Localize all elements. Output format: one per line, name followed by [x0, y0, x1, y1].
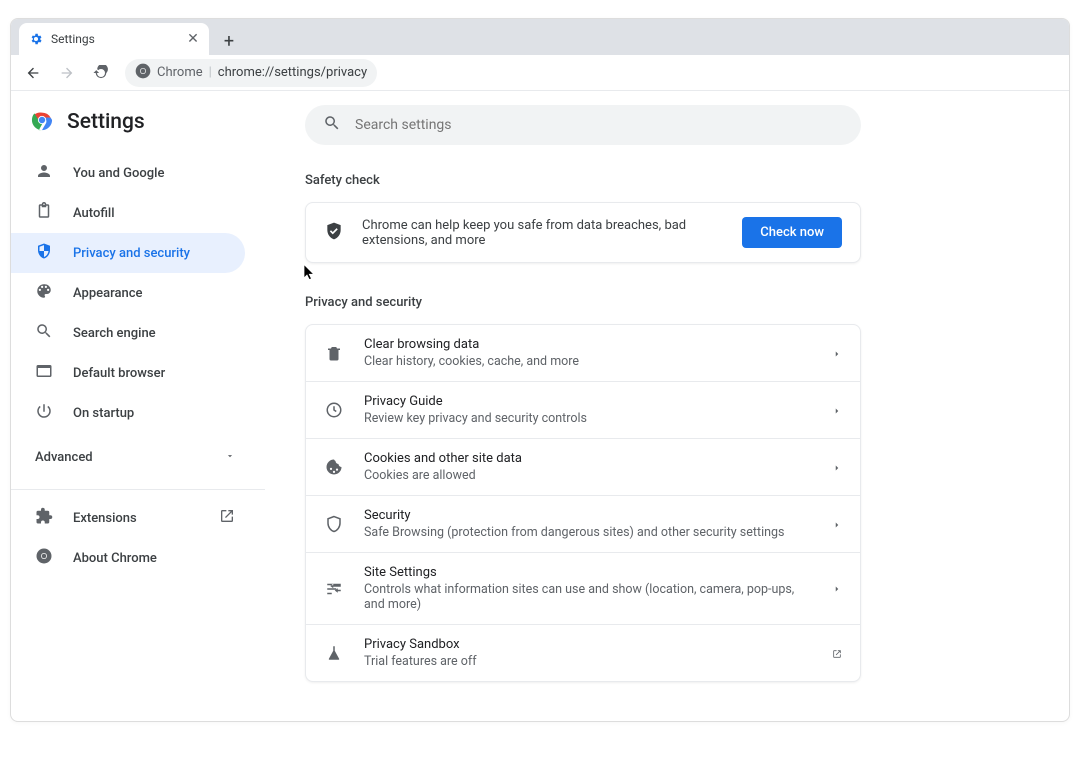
row-site-settings[interactable]: Site Settings Controls what information …	[306, 552, 860, 624]
sidebar-item-you-and-google[interactable]: You and Google	[11, 153, 245, 193]
row-subtitle: Review key privacy and security controls	[364, 411, 812, 426]
row-subtitle: Controls what information sites can use …	[364, 582, 812, 612]
sidebar-item-label: Appearance	[73, 286, 142, 301]
sidebar-item-label: Search engine	[73, 326, 156, 341]
chrome-logo-icon	[31, 109, 53, 135]
sidebar-item-label: Privacy and security	[73, 246, 190, 261]
shield-check-icon	[324, 221, 344, 245]
row-clear-browsing-data[interactable]: Clear browsing data Clear history, cooki…	[306, 325, 860, 381]
chevron-right-icon	[832, 579, 842, 598]
trash-icon	[324, 344, 344, 362]
tab-strip: Settings ✕ +	[11, 19, 1069, 55]
shield-icon	[35, 242, 53, 264]
open-in-new-icon	[219, 508, 235, 528]
row-title: Cookies and other site data	[364, 451, 812, 466]
chevron-right-icon	[832, 344, 842, 363]
row-title: Privacy Sandbox	[364, 637, 812, 652]
row-title: Clear browsing data	[364, 337, 812, 352]
check-now-button[interactable]: Check now	[742, 217, 842, 248]
close-icon[interactable]: ✕	[185, 31, 201, 47]
gear-icon	[29, 32, 43, 46]
chevron-right-icon	[832, 401, 842, 420]
chrome-chip-icon	[135, 63, 151, 83]
shield-icon	[324, 515, 344, 533]
cookie-icon	[324, 458, 344, 476]
sidebar-item-autofill[interactable]: Autofill	[11, 193, 245, 233]
sidebar-item-privacy-security[interactable]: Privacy and security	[11, 233, 245, 273]
omnibox-chip: Chrome	[157, 65, 203, 80]
person-icon	[35, 162, 53, 184]
app-header: Settings	[11, 105, 265, 153]
sidebar-item-about-chrome[interactable]: About Chrome	[11, 538, 265, 578]
search-settings[interactable]	[305, 105, 861, 145]
about-label: About Chrome	[73, 551, 157, 566]
safety-check-heading: Safety check	[305, 173, 1029, 188]
row-title: Security	[364, 508, 812, 523]
sidebar-item-extensions[interactable]: Extensions	[11, 498, 265, 538]
clipboard-icon	[35, 202, 53, 224]
sidebar-item-label: Default browser	[73, 366, 165, 381]
row-privacy-guide[interactable]: Privacy Guide Review key privacy and sec…	[306, 381, 860, 438]
search-icon	[323, 114, 341, 136]
page-title: Settings	[67, 110, 145, 134]
sidebar-advanced[interactable]: Advanced	[11, 437, 265, 477]
row-subtitle: Safe Browsing (protection from dangerous…	[364, 525, 812, 540]
chevron-down-icon	[225, 450, 235, 465]
omnibox[interactable]: Chrome | chrome://settings/privacy	[125, 59, 377, 87]
sidebar-item-on-startup[interactable]: On startup	[11, 393, 245, 433]
chevron-right-icon	[832, 458, 842, 477]
divider	[11, 489, 265, 490]
flask-icon	[324, 644, 344, 662]
power-icon	[35, 402, 53, 424]
omnibox-path: chrome://settings/privacy	[218, 65, 367, 80]
safety-check-card: Chrome can help keep you safe from data …	[305, 202, 861, 263]
sidebar: Settings You and Google Autofill Privacy…	[11, 91, 265, 721]
chrome-icon	[35, 547, 53, 569]
omnibox-separator: |	[209, 65, 212, 80]
row-title: Privacy Guide	[364, 394, 812, 409]
back-button[interactable]	[19, 59, 47, 87]
main-panel: Safety check Chrome can help keep you sa…	[265, 91, 1069, 721]
row-title: Site Settings	[364, 565, 812, 580]
sidebar-item-label: You and Google	[73, 166, 164, 181]
content: Settings You and Google Autofill Privacy…	[11, 91, 1069, 721]
sidebar-item-appearance[interactable]: Appearance	[11, 273, 245, 313]
tab-settings[interactable]: Settings ✕	[19, 23, 209, 55]
privacy-security-heading: Privacy and security	[305, 295, 1029, 310]
compass-icon	[324, 401, 344, 419]
browser-icon	[35, 362, 53, 384]
sidebar-item-search-engine[interactable]: Search engine	[11, 313, 245, 353]
row-cookies[interactable]: Cookies and other site data Cookies are …	[306, 438, 860, 495]
open-in-new-icon	[832, 644, 842, 663]
privacy-settings-card: Clear browsing data Clear history, cooki…	[305, 324, 861, 682]
chevron-right-icon	[832, 515, 842, 534]
row-subtitle: Cookies are allowed	[364, 468, 812, 483]
new-tab-button[interactable]: +	[215, 27, 243, 55]
sidebar-item-label: On startup	[73, 406, 134, 421]
toolbar: Chrome | chrome://settings/privacy	[11, 55, 1069, 91]
advanced-label: Advanced	[35, 450, 93, 465]
tune-icon	[324, 580, 344, 598]
nav-list: You and Google Autofill Privacy and secu…	[11, 153, 265, 433]
sidebar-item-default-browser[interactable]: Default browser	[11, 353, 245, 393]
forward-button[interactable]	[53, 59, 81, 87]
extensions-label: Extensions	[73, 511, 137, 526]
row-privacy-sandbox[interactable]: Privacy Sandbox Trial features are off	[306, 624, 860, 681]
browser-window: Settings ✕ + Chrome | chrome://settings/…	[10, 18, 1070, 722]
row-subtitle: Clear history, cookies, cache, and more	[364, 354, 812, 369]
search-input[interactable]	[355, 117, 843, 133]
row-security[interactable]: Security Safe Browsing (protection from …	[306, 495, 860, 552]
extension-icon	[35, 507, 53, 529]
tab-title: Settings	[51, 32, 185, 46]
sidebar-item-label: Autofill	[73, 206, 115, 221]
safety-check-text: Chrome can help keep you safe from data …	[362, 218, 724, 248]
search-icon	[35, 322, 53, 344]
row-subtitle: Trial features are off	[364, 654, 812, 669]
reload-button[interactable]	[87, 59, 115, 87]
palette-icon	[35, 282, 53, 304]
